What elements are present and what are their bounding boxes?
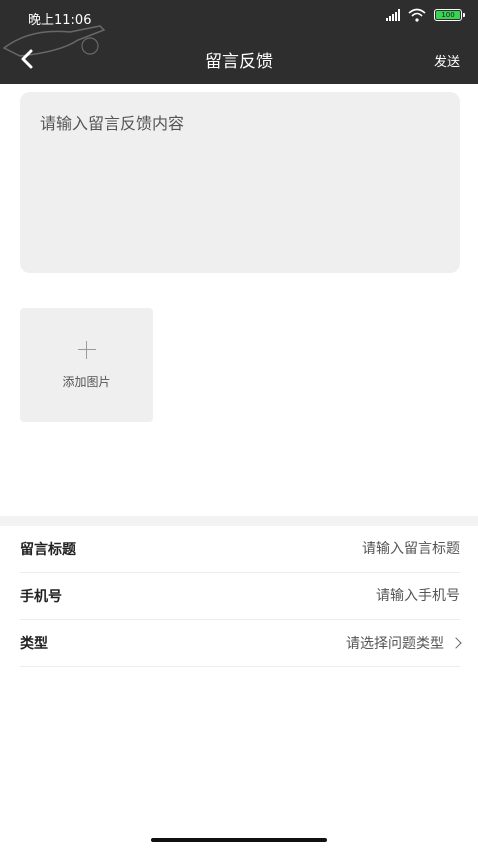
page-title: 留言反馈 [205, 52, 273, 72]
send-button[interactable]: 发送 [434, 51, 460, 70]
status-icons: 100 [386, 8, 465, 22]
chevron-right-icon [450, 637, 462, 649]
type-placeholder: 请选择问题类型 [346, 636, 444, 652]
form-row-type: 类型 请选择问题类型 [20, 620, 462, 667]
plus-icon [77, 340, 96, 359]
feedback-content-input[interactable] [20, 92, 460, 273]
battery-level: 100 [436, 11, 460, 19]
wifi-icon [408, 8, 426, 22]
title-label: 留言标题 [20, 542, 76, 558]
phone-input[interactable] [220, 588, 460, 604]
form-row-title: 留言标题 [20, 526, 460, 573]
add-image-label: 添加图片 [62, 374, 111, 389]
add-image-button[interactable]: 添加图片 [20, 308, 153, 422]
battery-icon: 100 [434, 9, 465, 21]
type-label: 类型 [20, 636, 48, 652]
home-indicator[interactable] [151, 838, 327, 842]
section-divider [0, 516, 478, 526]
signal-icon [386, 9, 400, 21]
type-selector[interactable]: 请选择问题类型 [346, 633, 462, 653]
top-bar: 晚上11:06 100 留言反馈 发送 [0, 0, 478, 84]
title-input[interactable] [220, 541, 460, 557]
status-time: 晚上11:06 [28, 13, 92, 28]
phone-label: 手机号 [20, 589, 62, 605]
form-row-phone: 手机号 [20, 573, 460, 620]
